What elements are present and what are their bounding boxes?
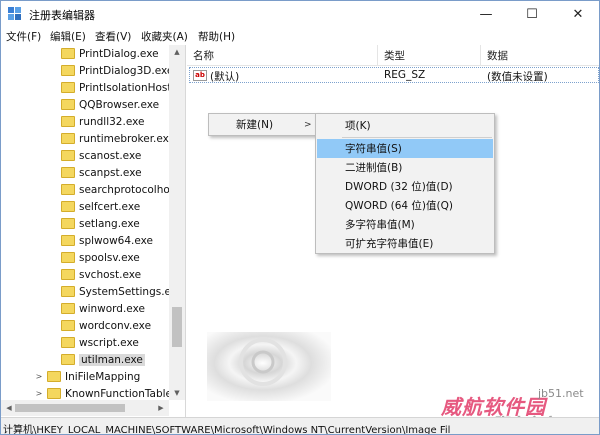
menu-edit[interactable]: 编辑(E)	[50, 29, 86, 44]
menu-favorites[interactable]: 收藏夹(A)	[141, 29, 188, 44]
new-submenu: 项(K) 字符串值(S) 二进制值(B) DWORD (32 位)值(D) QW…	[315, 113, 495, 254]
swirl-graphic	[207, 332, 331, 401]
watermark-url: jb51.net	[538, 387, 584, 400]
folder-icon	[61, 252, 75, 263]
tree-item-selected[interactable]: utilman.exe	[61, 351, 145, 368]
folder-icon	[61, 354, 75, 365]
folder-icon	[47, 388, 61, 399]
submenu-item-qword-value[interactable]: QWORD (64 位)值(Q)	[317, 196, 493, 215]
regedit-app-icon	[8, 7, 21, 20]
tree-item[interactable]: wscript.exe	[61, 334, 139, 351]
tree-item[interactable]: winword.exe	[61, 300, 145, 317]
maximize-button[interactable]: ☐	[509, 1, 555, 27]
folder-icon	[61, 235, 75, 246]
submenu-item-binary-value[interactable]: 二进制值(B)	[317, 158, 493, 177]
folder-icon	[61, 218, 75, 229]
close-icon: ✕	[572, 6, 584, 22]
submenu-item-key[interactable]: 项(K)	[317, 116, 493, 135]
title-bar: 注册表编辑器 — ☐ ✕	[1, 1, 599, 27]
column-header-type[interactable]: 类型	[378, 45, 481, 65]
tree-item[interactable]: searchprotocolho	[61, 181, 170, 198]
folder-icon	[61, 286, 75, 297]
tree-horizontal-scrollbar[interactable]: ◀ ▶	[1, 400, 169, 416]
tree-item[interactable]: QQBrowser.exe	[61, 96, 159, 113]
tree-item[interactable]: PrintIsolationHost	[61, 79, 172, 96]
folder-icon	[61, 167, 75, 178]
tree-item[interactable]: svchost.exe	[61, 266, 141, 283]
registry-editor-window: 注册表编辑器 — ☐ ✕ 文件(F) 编辑(E) 查看(V) 收藏夹(A) 帮助…	[0, 0, 600, 435]
tree-item[interactable]: rundll32.exe	[61, 113, 144, 130]
tree-item[interactable]: runtimebroker.exe	[61, 130, 175, 147]
string-value-icon: ab	[193, 70, 207, 81]
chevron-right-icon: >	[304, 119, 312, 130]
folder-icon	[61, 133, 75, 144]
close-button[interactable]: ✕	[555, 1, 599, 27]
value-type: REG_SZ	[384, 69, 426, 81]
scroll-down-icon[interactable]: ▼	[169, 386, 185, 400]
folder-icon	[61, 99, 75, 110]
folder-icon	[61, 150, 75, 161]
menu-help[interactable]: 帮助(H)	[198, 29, 235, 44]
value-data: (数值未设置)	[487, 71, 548, 83]
column-header-name[interactable]: 名称	[187, 45, 378, 65]
folder-icon	[61, 48, 75, 59]
tree-item[interactable]: SystemSettings.ex	[61, 283, 177, 300]
context-menu: 新建(N) >	[208, 113, 319, 136]
tree-item[interactable]: scanost.exe	[61, 147, 141, 164]
minimize-button[interactable]: —	[463, 1, 509, 27]
tree-item[interactable]: > IniFileMapping	[35, 368, 141, 385]
table-row[interactable]: ab (默认) REG_SZ (数值未设置)	[189, 67, 599, 83]
menu-bar: 文件(F) 编辑(E) 查看(V) 收藏夹(A) 帮助(H)	[1, 27, 599, 45]
tree-item[interactable]: scanpst.exe	[61, 164, 142, 181]
submenu-separator	[342, 137, 492, 138]
submenu-item-expandable-string-value[interactable]: 可扩充字符串值(E)	[317, 234, 493, 253]
scroll-up-icon[interactable]: ▲	[169, 45, 185, 59]
folder-icon	[61, 116, 75, 127]
header-divider	[187, 65, 599, 66]
folder-icon	[61, 337, 75, 348]
tree-vertical-scroll-thumb[interactable]	[172, 307, 182, 347]
tree-item[interactable]: PrintDialog3D.exe	[61, 62, 173, 79]
folder-icon	[61, 184, 75, 195]
window-title: 注册表编辑器	[29, 9, 95, 22]
folder-icon	[61, 320, 75, 331]
tree-item[interactable]: wordconv.exe	[61, 317, 151, 334]
chevron-right-icon[interactable]: >	[35, 372, 43, 381]
menu-file[interactable]: 文件(F)	[6, 29, 41, 44]
tree-item[interactable]: setlang.exe	[61, 215, 140, 232]
menu-view[interactable]: 查看(V)	[95, 29, 131, 44]
tree-item[interactable]: spoolsv.exe	[61, 249, 140, 266]
value-name: (默认)	[210, 71, 240, 83]
folder-icon	[47, 371, 61, 382]
folder-icon	[61, 303, 75, 314]
tree-item[interactable]: selfcert.exe	[61, 198, 140, 215]
context-menu-new-label: 新建(N)	[236, 119, 274, 131]
tree-item[interactable]: PrintDialog.exe	[61, 45, 159, 62]
tree-item[interactable]: splwow64.exe	[61, 232, 153, 249]
folder-icon	[61, 269, 75, 280]
submenu-item-multi-string-value[interactable]: 多字符串值(M)	[317, 215, 493, 234]
key-tree-pane: PrintDialog.exe PrintDialog3D.exe PrintI…	[1, 45, 186, 417]
tree-horizontal-scroll-thumb[interactable]	[15, 404, 125, 412]
scroll-right-icon[interactable]: ▶	[153, 401, 169, 415]
folder-icon	[61, 201, 75, 212]
submenu-item-dword-value[interactable]: DWORD (32 位)值(D)	[317, 177, 493, 196]
maximize-icon: ☐	[526, 6, 538, 22]
submenu-item-string-value[interactable]: 字符串值(S)	[317, 139, 493, 158]
column-header-data[interactable]: 数据	[481, 45, 599, 65]
status-bar: 计算机\HKEY_LOCAL_MACHINE\SOFTWARE\Microsof…	[1, 417, 599, 435]
folder-icon	[61, 82, 75, 93]
chevron-right-icon[interactable]: >	[35, 389, 43, 398]
folder-icon	[61, 65, 75, 76]
tree-vertical-scrollbar[interactable]: ▲ ▼	[169, 45, 185, 400]
registry-path: 计算机\HKEY_LOCAL_MACHINE\SOFTWARE\Microsof…	[3, 425, 451, 435]
context-menu-new[interactable]: 新建(N) >	[210, 115, 317, 134]
minimize-icon: —	[479, 6, 493, 22]
